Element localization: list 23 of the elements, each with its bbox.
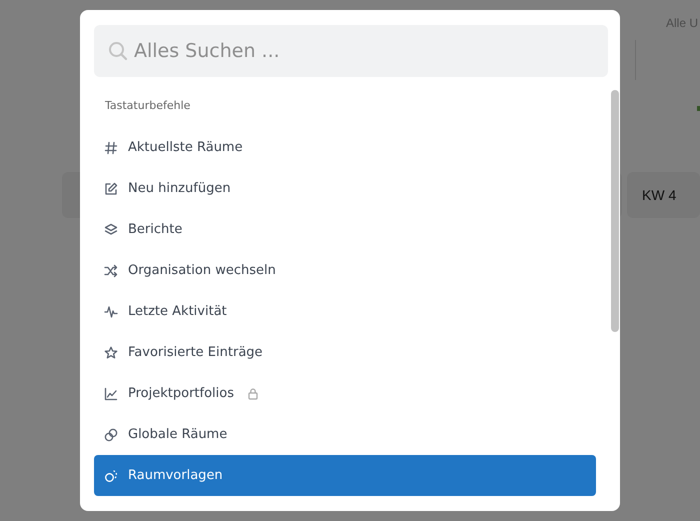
section-title: Tastaturbefehle [104, 99, 192, 114]
layers-icon [104, 222, 118, 236]
command-item[interactable]: Aktuellste Räume [94, 127, 596, 168]
command-item[interactable]: Letzte Aktivität [94, 291, 596, 332]
command-item[interactable]: Berichte [94, 209, 596, 250]
command-item[interactable]: Neu hinzufügen [94, 168, 596, 209]
command-item[interactable]: Globale Räume [94, 414, 596, 455]
hash-icon [104, 140, 118, 154]
command-item[interactable]: Favorisierte Einträge [94, 332, 596, 373]
star-icon [104, 346, 118, 360]
command-item[interactable]: Raumvorlagen [94, 455, 596, 496]
scrollbar[interactable] [611, 90, 619, 332]
shuffle-icon [104, 264, 118, 278]
circles-icon [104, 468, 118, 482]
link-icon [104, 428, 118, 442]
line-chart-icon [104, 386, 118, 400]
edit-icon [104, 182, 118, 196]
status-mark [697, 106, 700, 111]
command-item[interactable]: Organisation wechseln [94, 250, 596, 291]
pulse-icon [104, 304, 118, 318]
command-item[interactable]: Projektportfolios [94, 373, 596, 414]
week-card[interactable]: KW 4 [627, 172, 700, 218]
search-field[interactable]: Alles Suchen ... [94, 25, 608, 77]
